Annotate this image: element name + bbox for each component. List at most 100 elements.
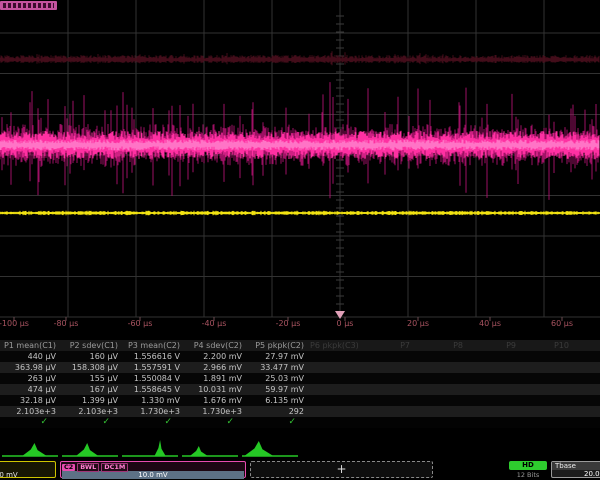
channel-c2-descriptor[interactable]: C2 BWL DC1M 10.0 mV	[60, 461, 246, 478]
param-mean-2: 158.308 µV	[62, 362, 124, 373]
param-header-6[interactable]: P6 pkpk(C3)	[310, 340, 363, 351]
param-min-6	[310, 373, 363, 384]
c2-label: C2	[62, 464, 75, 471]
param-value-2: 160 µV	[62, 351, 124, 362]
param-mean-10	[522, 362, 575, 373]
param-max-9	[469, 384, 522, 395]
param-min-3: 1.550084 V	[124, 373, 186, 384]
time-axis-label: 0 µs	[337, 319, 354, 329]
param-status-10	[522, 417, 575, 428]
param-min-8	[416, 373, 469, 384]
param-num-7	[363, 406, 416, 417]
param-num-10	[522, 406, 575, 417]
param-header-1[interactable]: P1 mean(C1)	[0, 340, 62, 351]
waveform-plot-area: -100 µs-80 µs-60 µs-40 µs-20 µs0 µs20 µs…	[0, 0, 600, 332]
param-min-5: 25.03 mV	[248, 373, 310, 384]
param-min-1: 263 µV	[0, 373, 62, 384]
time-axis-label: 40 µs	[479, 319, 501, 329]
param-value-4: 2.200 mV	[186, 351, 248, 362]
param-sdev-1: 32.18 µV	[0, 395, 62, 406]
measure-table-row-num: 2.103e+32.103e+31.730e+31.730e+3292	[0, 406, 600, 417]
param-value-5: 27.97 mV	[248, 351, 310, 362]
time-axis-label: 60 µs	[551, 319, 573, 329]
param-num-9	[469, 406, 522, 417]
bottom-bar: C1 DC1M 10.0 mV C2 BWL DC1M 10.0 mV + HD…	[0, 461, 600, 480]
param-num-2: 2.103e+3	[62, 406, 124, 417]
param-min-11	[575, 373, 600, 384]
param-header-7[interactable]: P7	[363, 340, 416, 351]
param-min-9	[469, 373, 522, 384]
param-status-6	[310, 417, 363, 428]
param-value-1: 440 µV	[0, 351, 62, 362]
param-value-3: 1.556616 V	[124, 351, 186, 362]
param-header-8[interactable]: P8	[416, 340, 469, 351]
histicon-p3	[120, 434, 180, 460]
time-axis-label: -100 µs	[0, 319, 29, 329]
trigger-position-marker[interactable]	[335, 311, 345, 319]
param-sdev-3: 1.330 mV	[124, 395, 186, 406]
time-axis-label: -60 µs	[128, 319, 153, 329]
time-axis-label: -20 µs	[276, 319, 301, 329]
param-sdev-9	[469, 395, 522, 406]
time-axis-label: -80 µs	[54, 319, 79, 329]
param-max-11	[575, 384, 600, 395]
param-value-10	[522, 351, 575, 362]
channel-c1-descriptor[interactable]: C1 DC1M 10.0 mV	[0, 461, 56, 478]
param-num-11	[575, 406, 600, 417]
hd-bits-label: 12 Bits	[509, 471, 547, 479]
time-axis-label: 20 µs	[407, 319, 429, 329]
c1-scale-value: 10.0 mV	[0, 471, 55, 479]
param-num-4: 1.730e+3	[186, 406, 248, 417]
param-max-2: 167 µV	[62, 384, 124, 395]
measure-table-row-mean: 363.98 µV158.308 µV1.557591 V2.966 mV33.…	[0, 362, 600, 373]
timebase-descriptor[interactable]: Tbase 20.0	[551, 461, 600, 478]
param-mean-5: 33.477 mV	[248, 362, 310, 373]
add-trace-button[interactable]: +	[250, 461, 433, 478]
param-min-7	[363, 373, 416, 384]
param-header-5[interactable]: P5 pkpk(C2)	[248, 340, 310, 351]
tbase-value: 20.0	[552, 470, 600, 478]
param-status-8	[416, 417, 469, 428]
param-status-2: ✓	[62, 417, 124, 428]
param-max-4: 10.031 mV	[186, 384, 248, 395]
param-header-2[interactable]: P2 sdev(C1)	[62, 340, 124, 351]
param-status-1: ✓	[0, 417, 62, 428]
param-num-3: 1.730e+3	[124, 406, 186, 417]
measure-table-row-value: 440 µV160 µV1.556616 V2.200 mV27.97 mV	[0, 351, 600, 362]
histicon-p2	[60, 434, 120, 460]
param-num-1: 2.103e+3	[0, 406, 62, 417]
param-header-11[interactable]: P11	[575, 340, 600, 351]
param-status-3: ✓	[124, 417, 186, 428]
param-mean-6	[310, 362, 363, 373]
param-header-3[interactable]: P3 mean(C2)	[124, 340, 186, 351]
param-sdev-8	[416, 395, 469, 406]
param-header-10[interactable]: P10	[522, 340, 575, 351]
hd-mode-badge[interactable]: HD	[509, 461, 547, 470]
param-mean-3: 1.557591 V	[124, 362, 186, 373]
measure-table-row-sdev: 32.18 µV1.399 µV1.330 mV1.676 mV6.135 mV	[0, 395, 600, 406]
c2-coupling-badge: DC1M	[101, 463, 128, 472]
param-sdev-2: 1.399 µV	[62, 395, 124, 406]
param-max-8	[416, 384, 469, 395]
param-status-5: ✓	[248, 417, 310, 428]
param-status-4: ✓	[186, 417, 248, 428]
param-max-1: 474 µV	[0, 384, 62, 395]
param-sdev-4: 1.676 mV	[186, 395, 248, 406]
measure-table: P1 mean(C1)P2 sdev(C1)P3 mean(C2)P4 sdev…	[0, 340, 600, 428]
measure-table-row-min: 263 µV155 µV1.550084 V1.891 mV25.03 mV	[0, 373, 600, 384]
param-max-3: 1.558645 V	[124, 384, 186, 395]
param-mean-8	[416, 362, 469, 373]
tbase-label: Tbase	[552, 462, 600, 470]
param-header-4[interactable]: P4 sdev(C2)	[186, 340, 248, 351]
param-mean-1: 363.98 µV	[0, 362, 62, 373]
param-max-6	[310, 384, 363, 395]
param-value-11	[575, 351, 600, 362]
param-max-10	[522, 384, 575, 395]
oscilloscope-screen: -100 µs-80 µs-60 µs-40 µs-20 µs0 µs20 µs…	[0, 0, 600, 480]
param-max-7	[363, 384, 416, 395]
waveform-svg	[0, 0, 600, 332]
param-value-8	[416, 351, 469, 362]
histicons	[0, 434, 300, 460]
param-sdev-7	[363, 395, 416, 406]
param-header-9[interactable]: P9	[469, 340, 522, 351]
